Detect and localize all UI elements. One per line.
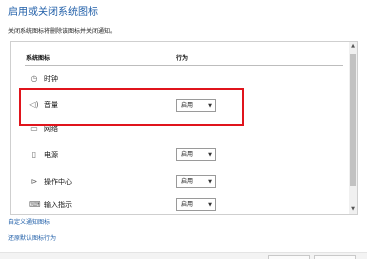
select-value: 启用 — [181, 178, 194, 185]
ok-button[interactable] — [268, 255, 310, 259]
header-divider — [25, 65, 343, 66]
page-title: 启用或关闭系统图标 — [8, 7, 98, 18]
table-row-power: ▯ 电源 启用 ▼ — [11, 148, 345, 162]
table-row-clock: ◷ 时钟 — [11, 72, 345, 86]
vertical-scrollbar[interactable]: ▲ ▼ — [349, 42, 357, 214]
scrollbar-thumb[interactable] — [350, 54, 356, 186]
cancel-button[interactable] — [314, 255, 356, 259]
row-label: 时钟 — [44, 75, 58, 83]
row-label: 电源 — [44, 151, 58, 159]
chevron-down-icon: ▼ — [208, 152, 212, 158]
select-value: 启用 — [181, 151, 194, 158]
chevron-down-icon: ▼ — [208, 202, 212, 208]
select-value: 启用 — [181, 201, 194, 208]
footer-bar — [0, 252, 367, 259]
highlight-box — [19, 88, 244, 126]
scroll-down-icon[interactable]: ▼ — [349, 205, 357, 214]
table-row-action-center: ⊳ 操作中心 启用 ▼ — [11, 175, 345, 189]
restore-default-icon-behavior-link[interactable]: 还原默认图标行为 — [8, 235, 56, 243]
table-row-input-indicator: ⌨ 输入指示 启用 ▼ — [11, 198, 345, 212]
scroll-up-icon[interactable]: ▲ — [349, 42, 357, 51]
page-description: 关闭系统图标将删除该图标并关闭通知。 — [8, 28, 117, 35]
power-icon: ▯ — [31, 150, 37, 159]
system-icons-settings-page: 启用或关闭系统图标 关闭系统图标将删除该图标并关闭通知。 系统图标 行为 ◷ 时… — [0, 0, 367, 259]
input-indicator-icon: ⌨ — [29, 200, 41, 209]
row-label: 网络 — [44, 125, 58, 133]
row-label: 操作中心 — [44, 178, 72, 186]
input-indicator-behavior-select[interactable]: 启用 ▼ — [176, 198, 216, 211]
customize-notification-icons-link[interactable]: 自定义通知图标 — [8, 219, 50, 227]
row-label: 输入指示 — [44, 201, 72, 209]
action-center-icon: ⊳ — [30, 177, 38, 186]
system-icons-table: 系统图标 行为 ◷ 时钟 ◁) 音量 启用 ▼ ▭ 网络 ▯ 电源 启用 ▼ ⊳… — [10, 41, 358, 215]
power-behavior-select[interactable]: 启用 ▼ — [176, 148, 216, 161]
chevron-down-icon: ▼ — [208, 179, 212, 185]
clock-icon: ◷ — [30, 74, 38, 83]
column-header-system-icon: 系统图标 — [26, 55, 51, 62]
action-center-behavior-select[interactable]: 启用 ▼ — [176, 175, 216, 188]
column-header-behavior: 行为 — [176, 55, 189, 62]
